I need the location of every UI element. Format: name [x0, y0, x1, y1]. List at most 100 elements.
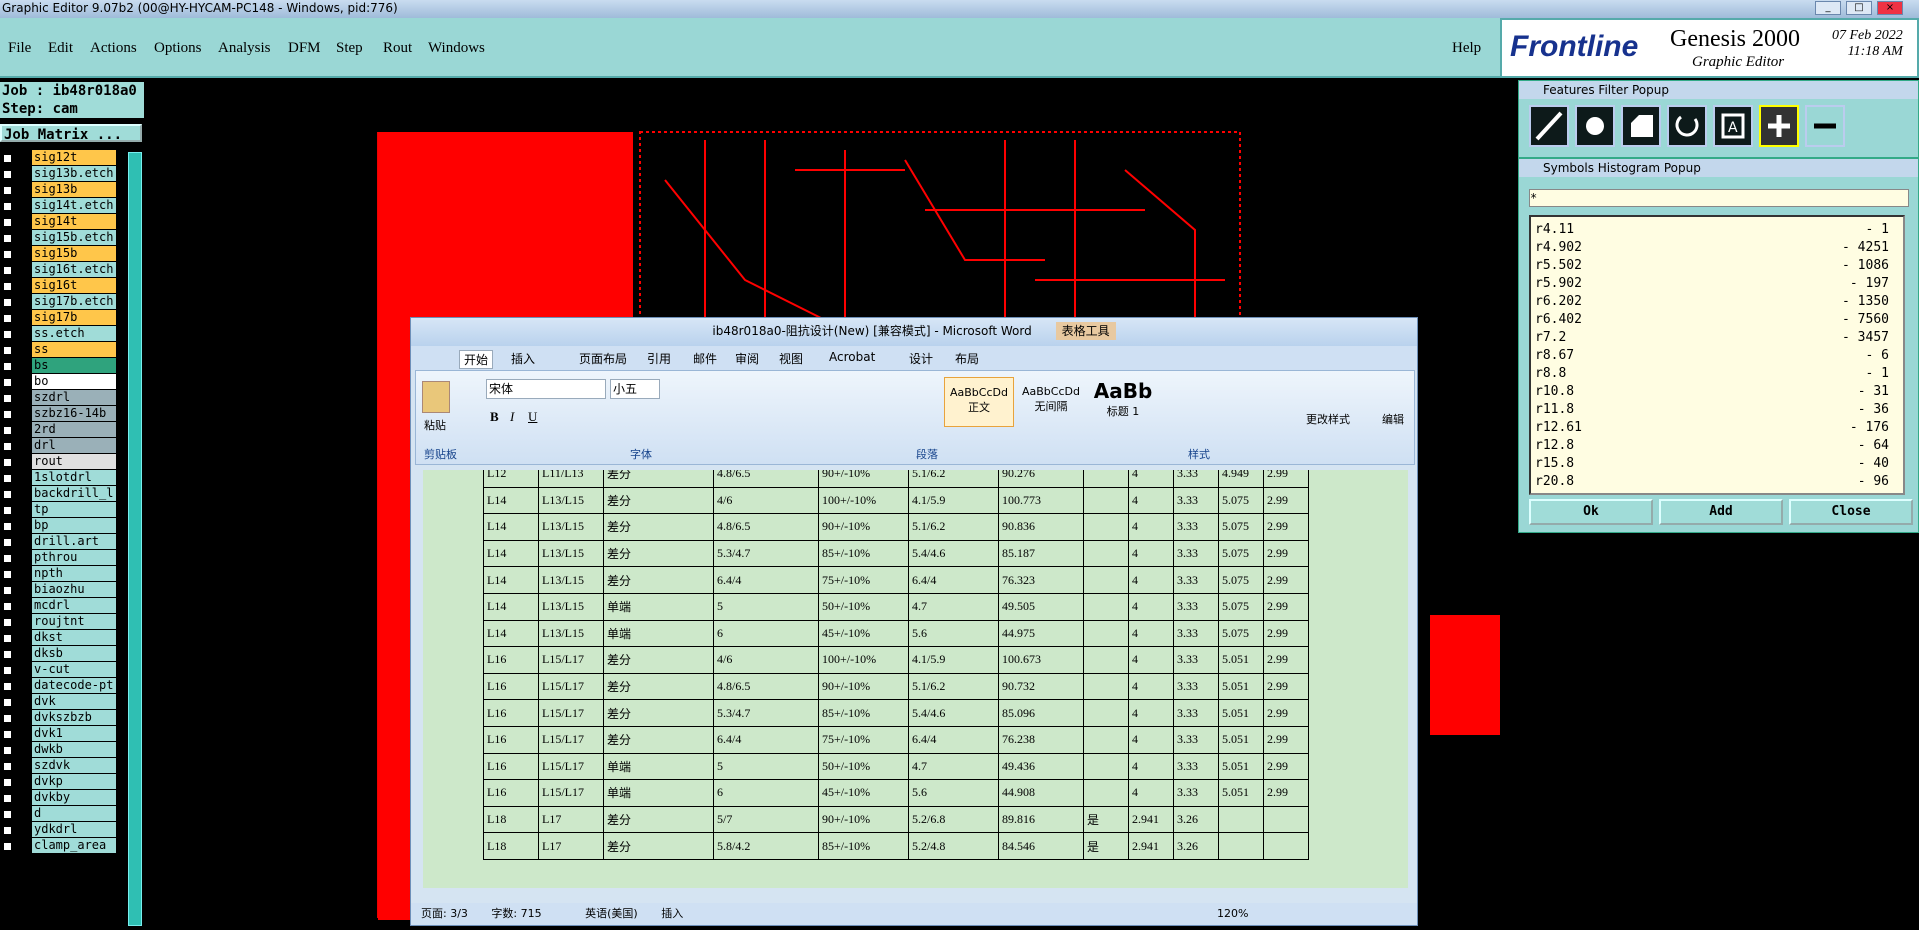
table-cell[interactable]: 6: [713, 619, 819, 648]
layer-checkbox[interactable]: [2, 441, 13, 452]
layer-row[interactable]: sig14t: [0, 214, 116, 230]
table-cell[interactable]: L13/L15: [538, 486, 604, 515]
table-cell[interactable]: 3.33: [1173, 470, 1219, 488]
symbol-row[interactable]: r12.8 - 64: [1535, 437, 1899, 455]
layer-row[interactable]: dkst: [0, 630, 116, 646]
layer-row[interactable]: dwkb: [0, 742, 116, 758]
table-cell[interactable]: 90+/-10%: [818, 805, 909, 834]
layer-row[interactable]: tp: [0, 502, 116, 518]
layer-checkbox[interactable]: [2, 153, 13, 164]
layer-name[interactable]: bp: [32, 518, 116, 533]
table-cell[interactable]: 4.949: [1218, 470, 1264, 488]
symbol-row[interactable]: r15.8 - 40: [1535, 455, 1899, 473]
ribbon-tab[interactable]: 插入: [511, 350, 535, 367]
table-cell[interactable]: [1083, 699, 1129, 727]
table-cell[interactable]: [1218, 805, 1264, 834]
table-cell[interactable]: 2.941: [1128, 832, 1174, 860]
text-tool-icon[interactable]: A: [1713, 105, 1753, 147]
table-cell[interactable]: 差分: [603, 699, 714, 727]
symbol-row[interactable]: r4.11 - 1: [1535, 221, 1899, 239]
layer-row[interactable]: dvk1: [0, 726, 116, 742]
layer-checkbox[interactable]: [2, 713, 13, 724]
layer-name[interactable]: dksb: [32, 646, 116, 661]
table-cell[interactable]: [1083, 725, 1129, 754]
layer-name[interactable]: dwkb: [32, 742, 116, 757]
table-cell[interactable]: 4.1/5.9: [908, 646, 999, 674]
ribbon-tab[interactable]: 审阅: [735, 350, 759, 367]
table-cell[interactable]: 3.33: [1173, 486, 1219, 515]
table-cell[interactable]: [1263, 832, 1309, 860]
table-cell[interactable]: 3.33: [1173, 513, 1219, 541]
ribbon-tab[interactable]: 页面布局: [579, 350, 627, 367]
table-cell[interactable]: 49.505: [998, 592, 1084, 621]
menu-windows[interactable]: Windows: [428, 40, 485, 57]
table-cell[interactable]: 4: [1128, 486, 1174, 515]
table-cell[interactable]: [1083, 646, 1129, 674]
layer-name[interactable]: dvkp: [32, 774, 116, 789]
layer-name[interactable]: sig16t.etch: [32, 262, 116, 277]
document-area[interactable]: L12 L11/L13 差分 4.8/6.5 90+/-10% 5.1/6.2 90.276…: [423, 470, 1408, 888]
table-cell[interactable]: 2.99: [1263, 779, 1309, 807]
table-cell[interactable]: 90+/-10%: [818, 672, 909, 701]
table-cell[interactable]: 45+/-10%: [818, 779, 909, 807]
layer-checkbox[interactable]: [2, 809, 13, 820]
table-cell[interactable]: L15/L17: [538, 646, 604, 674]
table-cell[interactable]: 单端: [603, 752, 714, 781]
table-cell[interactable]: 差分: [603, 566, 714, 594]
table-cell[interactable]: 4.8/6.5: [713, 672, 819, 701]
symbol-row[interactable]: r6.402 - 7560: [1535, 311, 1899, 329]
table-cell[interactable]: 5: [713, 592, 819, 621]
table-cell[interactable]: 差分: [603, 725, 714, 754]
layer-row[interactable]: rout: [0, 454, 116, 470]
table-cell[interactable]: [1083, 672, 1129, 701]
table-cell[interactable]: 差分: [603, 513, 714, 541]
layer-row[interactable]: 1slotdrl: [0, 470, 116, 486]
table-cell[interactable]: 5.3/4.7: [713, 699, 819, 727]
layer-row[interactable]: dvkszbzb: [0, 710, 116, 726]
table-cell[interactable]: [1083, 539, 1129, 568]
layer-row[interactable]: sig13b: [0, 182, 116, 198]
table-cell[interactable]: 5.075: [1218, 592, 1264, 621]
table-cell[interactable]: 3.33: [1173, 566, 1219, 594]
layer-checkbox[interactable]: [2, 185, 13, 196]
layer-checkbox[interactable]: [2, 489, 13, 500]
table-cell[interactable]: 2.99: [1263, 470, 1309, 488]
layer-name[interactable]: tp: [32, 502, 116, 517]
layer-checkbox[interactable]: [2, 521, 13, 532]
table-cell[interactable]: 4: [1128, 699, 1174, 727]
pad-tool-icon[interactable]: [1575, 105, 1615, 147]
table-cell[interactable]: 5: [713, 752, 819, 781]
layer-name[interactable]: sig16t: [32, 278, 116, 293]
table-cell[interactable]: 6.4/4: [908, 566, 999, 594]
table-cell[interactable]: [1083, 752, 1129, 781]
table-cell[interactable]: L16: [483, 646, 539, 674]
layer-name[interactable]: dvkszbzb: [32, 710, 116, 725]
change-styles-button[interactable]: 更改样式: [1306, 411, 1350, 427]
table-cell[interactable]: 3.33: [1173, 592, 1219, 621]
table-cell[interactable]: 5.075: [1218, 486, 1264, 515]
layer-name[interactable]: szbz16-14b: [32, 406, 116, 421]
symbol-row[interactable]: r10.8 - 31: [1535, 383, 1899, 401]
table-cell[interactable]: 3.26: [1173, 832, 1219, 860]
layer-checkbox[interactable]: [2, 217, 13, 228]
table-cell[interactable]: [1083, 470, 1129, 488]
close-window-button[interactable]: ×: [1877, 1, 1903, 15]
symbol-row[interactable]: r5.902 - 197: [1535, 275, 1899, 293]
layer-row[interactable]: dvk: [0, 694, 116, 710]
table-cell[interactable]: L14: [483, 619, 539, 648]
layer-name[interactable]: dkst: [32, 630, 116, 645]
layer-name[interactable]: biaozhu: [32, 582, 116, 597]
table-cell[interactable]: 差分: [603, 832, 714, 860]
table-cell[interactable]: 2.99: [1263, 539, 1309, 568]
layer-row[interactable]: ss: [0, 342, 116, 358]
table-cell[interactable]: 差分: [603, 646, 714, 674]
table-cell[interactable]: 差分: [603, 672, 714, 701]
table-cell[interactable]: [1083, 566, 1129, 594]
layer-name[interactable]: ydkdrl: [32, 822, 116, 837]
layer-name[interactable]: rout: [32, 454, 116, 469]
layer-checkbox[interactable]: [2, 377, 13, 388]
table-cell[interactable]: 50+/-10%: [818, 752, 909, 781]
menu-file[interactable]: File: [8, 40, 31, 57]
bold-button[interactable]: B: [490, 409, 499, 425]
font-size-select[interactable]: 小五: [610, 379, 660, 399]
